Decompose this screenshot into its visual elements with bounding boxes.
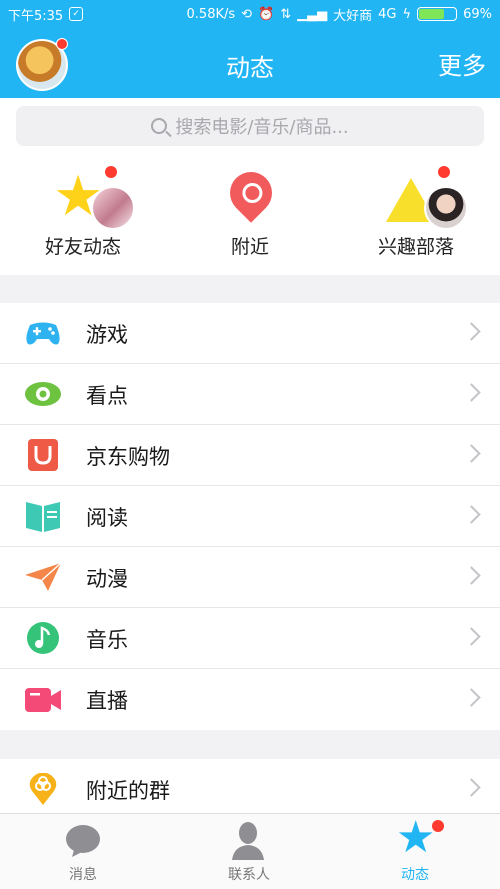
quick-entry-nearby[interactable]: 附近	[170, 163, 330, 266]
person-icon	[232, 822, 264, 860]
badge-dot	[432, 820, 444, 832]
search-placeholder: 搜索电影/音乐/商品...	[175, 117, 349, 138]
menu-item-label: 阅读	[86, 506, 128, 530]
search-area: 搜索电影/音乐/商品...	[0, 98, 500, 160]
network-speed: 0.58K/s	[186, 6, 236, 22]
menu-item-label: 动漫	[86, 567, 128, 591]
menu-item-anime[interactable]: 动漫	[0, 547, 500, 608]
location-pin-icon	[221, 163, 281, 223]
friend-photo	[91, 186, 135, 230]
search-icon	[151, 118, 168, 134]
menu-item-label: 音乐	[86, 628, 128, 652]
paper-plane-icon	[25, 562, 62, 591]
status-time: 下午5:35	[8, 8, 64, 24]
menu-item-label: 附近的群	[86, 779, 170, 803]
signal-icon: ▁▃▅	[297, 6, 328, 22]
badge-dot	[438, 166, 450, 178]
menu-item-live[interactable]: 直播	[0, 669, 500, 730]
gamepad-icon	[26, 322, 60, 345]
tab-messages[interactable]: 消息	[0, 814, 166, 889]
title-bar: 动态 更多	[0, 28, 500, 98]
menu-item-jd-shopping[interactable]: 京东购物	[0, 425, 500, 486]
chevron-right-icon	[462, 444, 481, 463]
tribe-photo	[424, 186, 468, 230]
star-icon: ★	[396, 812, 436, 863]
quick-entries: ★ 好友动态 附近 兴趣部落	[0, 160, 500, 275]
music-note-icon	[27, 622, 59, 654]
quick-entry-label: 附近	[230, 236, 269, 258]
more-button[interactable]: 更多	[438, 46, 486, 81]
alarm-icon: ⏰	[258, 6, 275, 22]
tab-contacts[interactable]: 联系人	[166, 814, 332, 889]
bottom-tab-bar: 消息 联系人 ★ 动态	[0, 813, 500, 889]
quick-entry-interest-tribe[interactable]: 兴趣部落	[336, 166, 496, 266]
quick-entry-label: 好友动态	[44, 236, 121, 258]
tab-label: 动态	[401, 867, 429, 883]
eye-icon	[25, 382, 61, 406]
group-pin-icon	[29, 773, 57, 805]
shopping-bag-icon	[28, 439, 58, 471]
search-input[interactable]: 搜索电影/音乐/商品...	[16, 106, 484, 146]
menu-group-services: 游戏 看点 京东购物 阅读 动漫 音乐 直播	[0, 303, 500, 730]
charging-icon: ϟ	[402, 6, 412, 22]
quick-entry-friends-feed[interactable]: ★ 好友动态	[3, 166, 163, 266]
chevron-right-icon	[462, 322, 481, 341]
menu-item-label: 直播	[86, 689, 128, 713]
badge-dot	[105, 166, 117, 178]
menu-group-nearby: 附近的群	[0, 759, 500, 820]
menu-item-reading[interactable]: 阅读	[0, 486, 500, 547]
battery-icon	[417, 7, 458, 21]
menu-item-label: 看点	[86, 384, 128, 408]
menu-item-music[interactable]: 音乐	[0, 608, 500, 669]
battery-percent: 69%	[463, 6, 492, 22]
chevron-right-icon	[462, 688, 481, 707]
menu-item-kandian[interactable]: 看点	[0, 364, 500, 425]
chat-bubble-icon	[66, 825, 100, 857]
status-bar: 下午5:35 ✓ 0.58K/s ⟲ ⏰ ⇅ ▁▃▅ 大好商 4G ϟ 69%	[0, 0, 500, 28]
chevron-right-icon	[462, 778, 481, 797]
shield-icon: ✓	[69, 7, 84, 21]
carrier-name: 大好商	[333, 8, 373, 24]
status-right: 0.58K/s ⟲ ⏰ ⇅ ▁▃▅ 大好商 4G ϟ 69%	[187, 5, 492, 24]
network-type: 4G	[378, 6, 397, 22]
menu-item-nearby-groups[interactable]: 附近的群	[0, 759, 500, 820]
data-transfer-icon: ⇅	[280, 6, 292, 22]
video-camera-icon	[25, 688, 61, 712]
chevron-right-icon	[462, 383, 481, 402]
chevron-right-icon	[462, 566, 481, 585]
tab-label: 消息	[69, 867, 97, 883]
menu-item-label: 京东购物	[86, 445, 170, 469]
chevron-right-icon	[462, 505, 481, 524]
menu-item-label: 游戏	[86, 323, 128, 347]
sync-off-icon: ⟲	[241, 6, 253, 22]
chevron-right-icon	[462, 627, 481, 646]
menu-item-games[interactable]: 游戏	[0, 303, 500, 364]
tab-feeds[interactable]: ★ 动态	[332, 814, 498, 889]
tab-label: 联系人	[228, 867, 270, 883]
quick-entry-label: 兴趣部落	[377, 236, 454, 258]
page-title: 动态	[226, 54, 274, 82]
book-icon	[26, 502, 60, 532]
